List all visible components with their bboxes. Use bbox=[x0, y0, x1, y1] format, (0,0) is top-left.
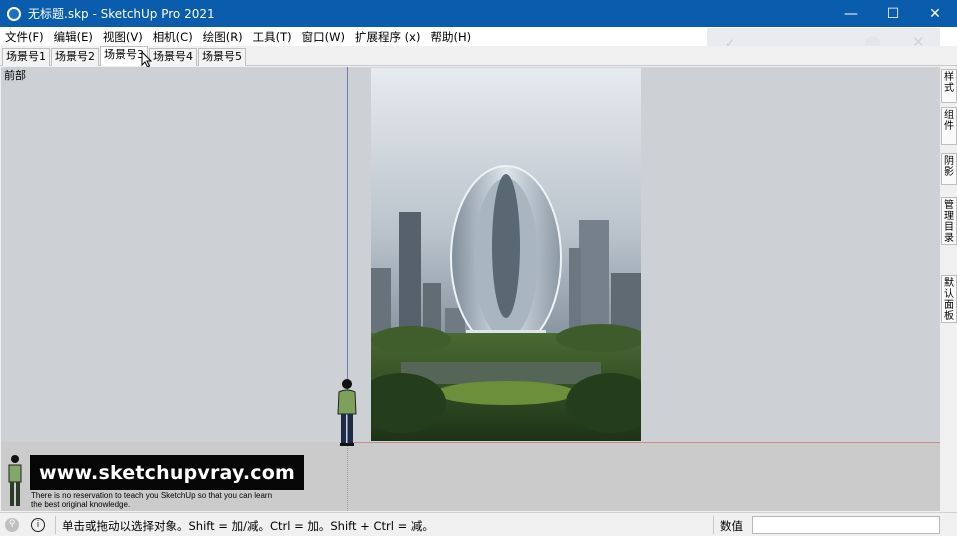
tray-tab-shadows[interactable]: 阴影 bbox=[941, 153, 957, 185]
tray-tab-styles[interactable]: 样式 bbox=[941, 69, 957, 103]
default-tray-tabs: 样式 组件 阴影 管理目录 默认面板 bbox=[940, 67, 957, 511]
scene-tab-5[interactable]: 场景号5 bbox=[198, 48, 246, 66]
status-bar: ⚲ i 单击或拖动以选择对象。Shift = 加/减。Ctrl = 加。Shif… bbox=[0, 512, 957, 536]
window-title: 无标题.skp - SketchUp Pro 2021 bbox=[28, 7, 215, 21]
menu-tools[interactable]: 工具(T) bbox=[248, 29, 297, 45]
minimize-icon: — bbox=[844, 5, 858, 22]
watermark-banner: www.sketchupvray.com bbox=[30, 455, 304, 490]
status-divider bbox=[55, 516, 56, 534]
geo-location-icon[interactable]: ⚲ bbox=[5, 518, 19, 532]
info-icon[interactable]: i bbox=[31, 518, 45, 532]
small-person-figure[interactable] bbox=[6, 454, 24, 508]
menu-window[interactable]: 窗口(W) bbox=[297, 29, 350, 45]
tray-tab-manage-catalog[interactable]: 管理目录 bbox=[941, 197, 957, 245]
measurement-input[interactable] bbox=[752, 516, 940, 534]
tray-tab-default-panel[interactable]: 默认面板 bbox=[941, 275, 957, 323]
menu-file[interactable]: 文件(F) bbox=[0, 29, 49, 45]
person-figure[interactable] bbox=[335, 378, 359, 448]
menu-edit[interactable]: 编辑(E) bbox=[49, 29, 98, 45]
building-photo-image[interactable] bbox=[371, 68, 641, 441]
status-divider bbox=[713, 516, 714, 534]
blue-axis-hidden bbox=[347, 443, 348, 511]
watermark-caption-line1: There is no reservation to teach you Ske… bbox=[31, 491, 273, 500]
view-label: 前部 bbox=[4, 69, 26, 82]
scene-tab-4[interactable]: 场景号4 bbox=[149, 48, 197, 66]
red-axis bbox=[348, 442, 940, 443]
modeling-viewport[interactable]: 前部 www.sketchupvray.com There is no rese… bbox=[1, 67, 940, 511]
watermark-caption: There is no reservation to teach you Ske… bbox=[31, 491, 321, 509]
menu-draw[interactable]: 绘图(R) bbox=[198, 29, 248, 45]
scene-tab-1[interactable]: 场景号1 bbox=[2, 48, 50, 66]
minimize-button[interactable]: — bbox=[828, 0, 874, 27]
maximize-icon: ☐ bbox=[886, 5, 900, 22]
close-icon: ✕ bbox=[929, 5, 941, 22]
measurement-label: 数值 bbox=[720, 519, 743, 533]
status-hint: 单击或拖动以选择对象。Shift = 加/减。Ctrl = 加。Shift + … bbox=[62, 519, 434, 533]
maximize-button[interactable]: ☐ bbox=[870, 0, 916, 27]
menu-camera[interactable]: 相机(C) bbox=[148, 29, 198, 45]
scene-tab-2[interactable]: 场景号2 bbox=[51, 48, 99, 66]
photo-content bbox=[371, 68, 641, 441]
menu-extensions[interactable]: 扩展程序 (x) bbox=[350, 29, 425, 45]
menu-help[interactable]: 帮助(H) bbox=[425, 29, 476, 45]
title-bar: 无标题.skp - SketchUp Pro 2021 — ☐ ✕ bbox=[0, 0, 957, 27]
tray-tab-components[interactable]: 组件 bbox=[941, 107, 957, 145]
mouse-cursor-icon bbox=[141, 51, 152, 68]
sketchup-app-icon[interactable] bbox=[7, 6, 21, 21]
close-button[interactable]: ✕ bbox=[912, 0, 957, 27]
watermark-caption-line2: the best original knowledge. bbox=[31, 500, 131, 509]
menu-view[interactable]: 视图(V) bbox=[98, 29, 148, 45]
watermark-url: www.sketchupvray.com bbox=[39, 461, 295, 484]
